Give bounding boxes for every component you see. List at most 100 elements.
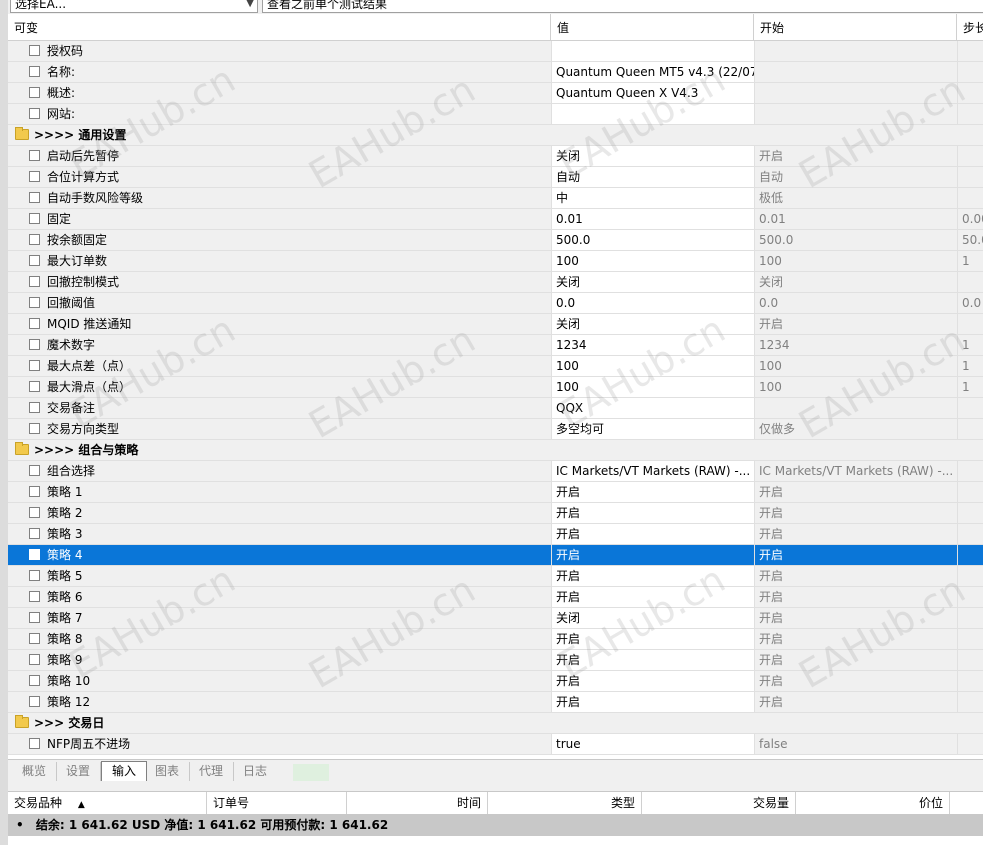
param-step-cell[interactable] bbox=[957, 587, 983, 607]
optimize-checkbox[interactable] bbox=[29, 318, 40, 329]
param-name-cell[interactable]: 最大点差（点） bbox=[8, 356, 551, 376]
param-value-cell[interactable]: 100 bbox=[551, 251, 754, 271]
optimize-checkbox[interactable] bbox=[29, 171, 40, 182]
param-row[interactable]: 策略 5 开启 开启 bbox=[8, 566, 983, 587]
column-header-type[interactable]: 类型 bbox=[488, 792, 642, 814]
param-row[interactable]: 概述: Quantum Queen X V4.3 bbox=[8, 83, 983, 104]
param-row[interactable]: 启动后先暂停 关闭 开启 bbox=[8, 146, 983, 167]
param-row[interactable]: 最大点差（点） 100 100 1 bbox=[8, 356, 983, 377]
tab-agents[interactable]: 代理 bbox=[189, 762, 235, 781]
optimize-checkbox[interactable] bbox=[29, 192, 40, 203]
param-start-cell[interactable]: 开启 bbox=[754, 503, 957, 523]
optimize-checkbox[interactable] bbox=[29, 549, 40, 560]
param-step-cell[interactable] bbox=[957, 692, 983, 712]
param-name-cell[interactable]: 自动手数风险等级 bbox=[8, 188, 551, 208]
optimize-checkbox[interactable] bbox=[29, 150, 40, 161]
param-start-cell[interactable]: 开启 bbox=[754, 587, 957, 607]
ea-select-dropdown[interactable]: 选择EA... ▼ bbox=[10, 0, 258, 13]
param-name-cell[interactable]: 策略 7 bbox=[8, 608, 551, 628]
param-row[interactable]: 最大订单数 100 100 1 bbox=[8, 251, 983, 272]
param-name-cell[interactable]: NFP周五不进场 bbox=[8, 734, 551, 754]
optimize-checkbox[interactable] bbox=[29, 402, 40, 413]
param-row[interactable]: 最大滑点（点） 100 100 1 bbox=[8, 377, 983, 398]
optimize-checkbox[interactable] bbox=[29, 381, 40, 392]
param-start-cell[interactable]: 100 bbox=[754, 377, 957, 397]
optimize-checkbox[interactable] bbox=[29, 654, 40, 665]
column-header-volume[interactable]: 交易量 bbox=[642, 792, 796, 814]
param-start-cell[interactable]: 仅做多 bbox=[754, 419, 957, 439]
param-name-cell[interactable]: 策略 10 bbox=[8, 671, 551, 691]
optimize-checkbox[interactable] bbox=[29, 360, 40, 371]
param-row[interactable]: 策略 8 开启 开启 bbox=[8, 629, 983, 650]
param-name-cell[interactable]: 策略 9 bbox=[8, 650, 551, 670]
param-name-cell[interactable]: 策略 4 bbox=[8, 545, 551, 565]
optimize-checkbox[interactable] bbox=[29, 696, 40, 707]
param-value-cell[interactable]: 开启 bbox=[551, 650, 754, 670]
group-name-cell[interactable]: >>>> 通用设置 bbox=[8, 125, 983, 145]
column-header-price[interactable]: 价位 bbox=[796, 792, 950, 814]
column-header-variable[interactable]: 可变 bbox=[8, 14, 551, 40]
param-row[interactable]: 策略 10 开启 开启 bbox=[8, 671, 983, 692]
param-row[interactable]: 自动手数风险等级 中极低 bbox=[8, 188, 983, 209]
column-header-value[interactable]: 值 bbox=[551, 14, 754, 40]
param-value-cell[interactable]: 自动 bbox=[551, 167, 754, 187]
column-header-symbol[interactable]: 交易品种 ▲ bbox=[8, 792, 207, 814]
param-start-cell[interactable]: 0.0 bbox=[754, 293, 957, 313]
tab-graph[interactable]: 图表 bbox=[145, 762, 191, 781]
param-name-cell[interactable]: 概述: bbox=[8, 83, 551, 103]
optimize-checkbox[interactable] bbox=[29, 66, 40, 77]
param-row[interactable]: 固定0.010.010.00 bbox=[8, 209, 983, 230]
param-step-cell[interactable]: 1 bbox=[957, 377, 983, 397]
param-start-cell[interactable]: 开启 bbox=[754, 146, 957, 166]
param-name-cell[interactable]: 策略 5 bbox=[8, 566, 551, 586]
param-name-cell[interactable]: 合位计算方式 bbox=[8, 167, 551, 187]
param-step-cell[interactable] bbox=[957, 314, 983, 334]
param-value-cell[interactable]: 关闭 bbox=[551, 314, 754, 334]
param-name-cell[interactable]: 回撤阈值 bbox=[8, 293, 551, 313]
param-value-cell[interactable]: Quantum Queen X V4.3 bbox=[551, 83, 754, 103]
param-row[interactable]: 策略 3 开启 开启 bbox=[8, 524, 983, 545]
optimize-checkbox[interactable] bbox=[29, 486, 40, 497]
param-value-cell[interactable]: 开启 bbox=[551, 671, 754, 691]
param-name-cell[interactable]: MQID 推送通知 bbox=[8, 314, 551, 334]
param-row[interactable]: NFP周五不进场 true false bbox=[8, 734, 983, 755]
param-start-cell[interactable] bbox=[754, 62, 957, 82]
param-start-cell[interactable]: 开启 bbox=[754, 545, 957, 565]
param-name-cell[interactable]: 策略 8 bbox=[8, 629, 551, 649]
group-name-cell[interactable]: >>> 交易日 bbox=[8, 713, 983, 733]
param-value-cell[interactable]: 0.0 bbox=[551, 293, 754, 313]
param-row[interactable]: 网站: bbox=[8, 104, 983, 125]
param-name-cell[interactable]: 授权码 bbox=[8, 41, 551, 61]
optimize-checkbox[interactable] bbox=[29, 570, 40, 581]
param-start-cell[interactable]: 开启 bbox=[754, 629, 957, 649]
param-step-cell[interactable] bbox=[957, 104, 983, 124]
param-value-cell[interactable]: Quantum Queen MT5 v4.3 (22/07/2026) bbox=[551, 62, 754, 82]
param-row[interactable]: 授权码 bbox=[8, 41, 983, 62]
column-header-time[interactable]: 时间 bbox=[347, 792, 488, 814]
param-start-cell[interactable]: 开启 bbox=[754, 566, 957, 586]
optimize-checkbox[interactable] bbox=[29, 213, 40, 224]
param-name-cell[interactable]: 魔术数字 bbox=[8, 335, 551, 355]
param-start-cell[interactable]: 开启 bbox=[754, 482, 957, 502]
optimize-checkbox[interactable] bbox=[29, 423, 40, 434]
optimize-checkbox[interactable] bbox=[29, 612, 40, 623]
group-header-row[interactable]: >>>> 组合与策略 bbox=[8, 440, 983, 461]
param-value-cell[interactable]: QQX bbox=[551, 398, 754, 418]
param-step-cell[interactable] bbox=[957, 167, 983, 187]
param-name-cell[interactable]: 网站: bbox=[8, 104, 551, 124]
param-value-cell[interactable]: 关闭 bbox=[551, 272, 754, 292]
param-value-cell[interactable]: 开启 bbox=[551, 524, 754, 544]
column-header-start[interactable]: 开始 bbox=[754, 14, 957, 40]
param-start-cell[interactable]: 开启 bbox=[754, 671, 957, 691]
param-value-cell[interactable]: 开启 bbox=[551, 566, 754, 586]
column-header-ticket[interactable]: 订单号 bbox=[207, 792, 347, 814]
param-start-cell[interactable] bbox=[754, 41, 957, 61]
param-step-cell[interactable] bbox=[957, 83, 983, 103]
param-value-cell[interactable]: 开启 bbox=[551, 587, 754, 607]
optimize-checkbox[interactable] bbox=[29, 675, 40, 686]
tab-settings[interactable]: 设置 bbox=[56, 762, 102, 781]
param-name-cell[interactable]: 组合选择 bbox=[8, 461, 551, 481]
param-name-cell[interactable]: 按余额固定 bbox=[8, 230, 551, 250]
param-value-cell[interactable]: true bbox=[551, 734, 754, 754]
param-name-cell[interactable]: 策略 12 bbox=[8, 692, 551, 712]
